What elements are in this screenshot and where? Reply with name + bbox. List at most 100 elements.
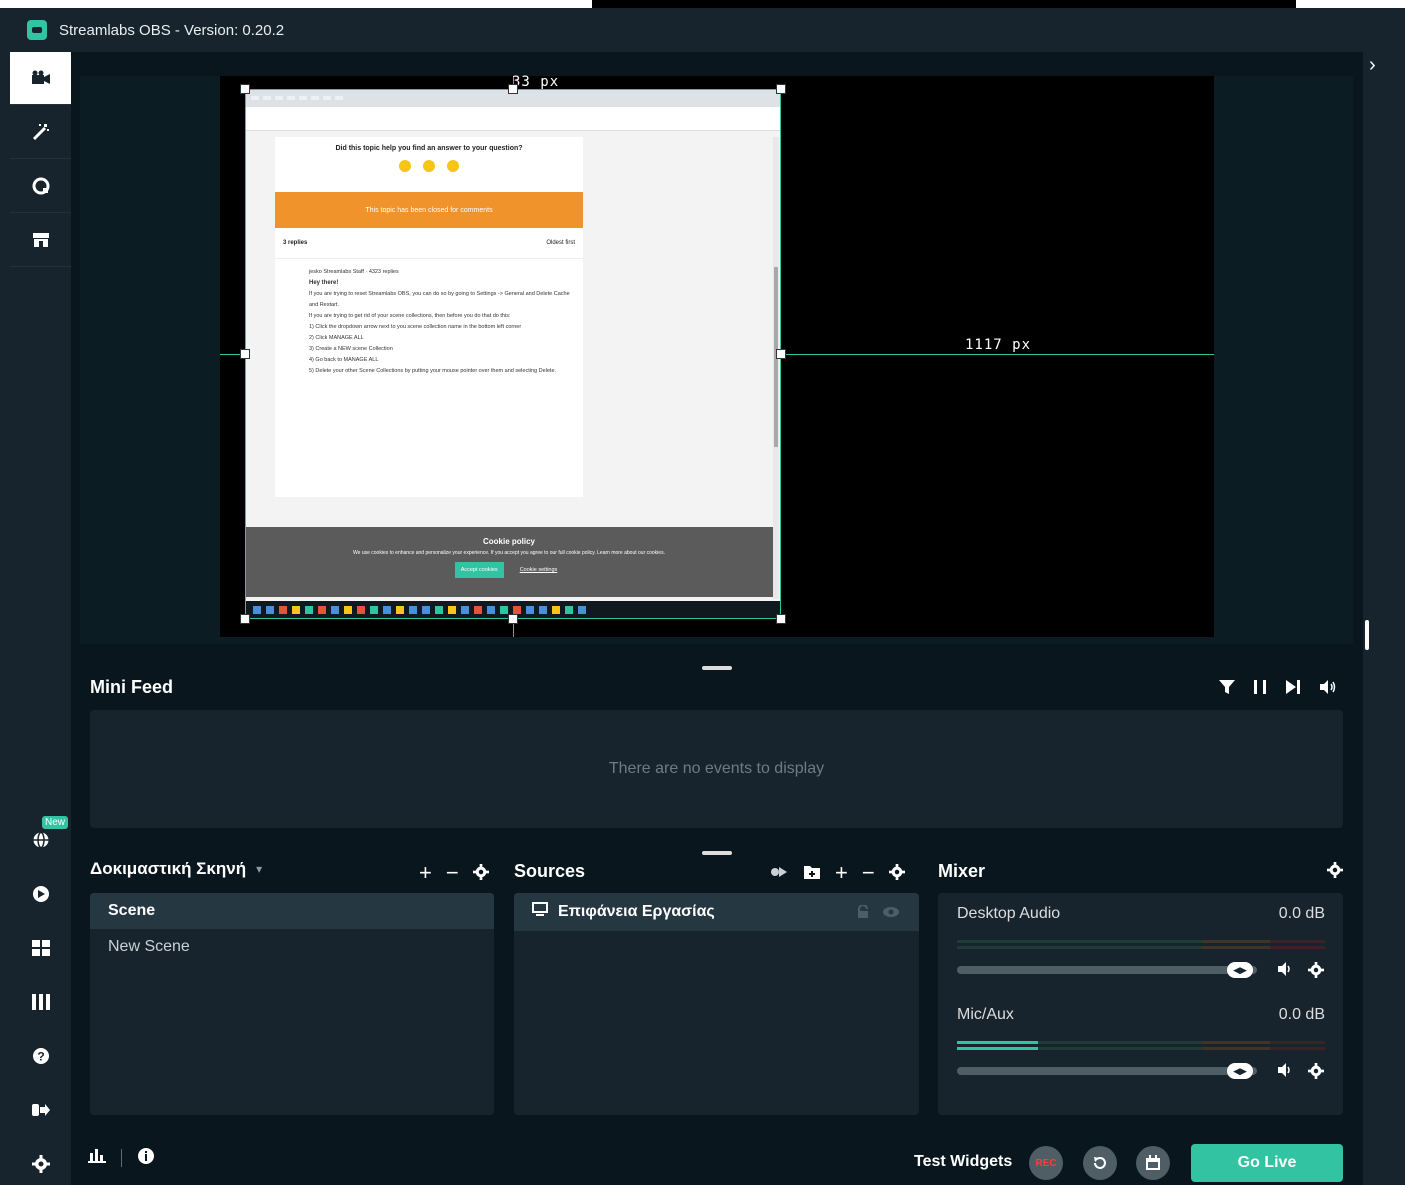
performance-stats-icon[interactable] <box>88 1147 106 1168</box>
scene-item[interactable]: New Scene <box>90 929 494 965</box>
mixer-channel-mic-aux: Mic/Aux 0.0 dB ◀▶ <box>957 1006 1327 1096</box>
resize-handle-bottom-left[interactable] <box>240 614 250 624</box>
resize-handle-bottom-right[interactable] <box>776 614 786 624</box>
remove-scene-icon[interactable]: − <box>446 860 459 886</box>
selective-recording-icon[interactable] <box>769 860 789 886</box>
volume-meter <box>957 1041 1325 1044</box>
footer-bar: Test Widgets REC Go Live <box>71 1135 1363 1185</box>
layout-grid-icon[interactable] <box>10 928 71 968</box>
add-source-icon[interactable]: + <box>835 860 848 886</box>
mixer-channel-name: Desktop Audio <box>957 905 1061 922</box>
captured-cookie-settings: Cookie settings <box>519 567 558 573</box>
distance-label-top: 33 px <box>512 74 560 90</box>
captured-post-greeting: Hey there! <box>309 280 339 286</box>
channel-settings-gear-icon[interactable] <box>1308 962 1324 983</box>
source-item[interactable]: Επιφάνεια Εργασίας <box>514 893 919 931</box>
go-live-button[interactable]: Go Live <box>1191 1144 1343 1182</box>
scene-item-active[interactable]: Scene <box>90 893 494 929</box>
scene-settings-gear-icon[interactable] <box>472 860 489 886</box>
footer-separator <box>121 1149 122 1167</box>
source-item-label: Επιφάνεια Εργασίας <box>558 903 715 920</box>
captured-step: 1) Click the dropdown arrow next to you … <box>309 324 522 330</box>
filter-icon[interactable] <box>1219 679 1235 700</box>
schedule-calendar-icon[interactable] <box>1136 1146 1170 1180</box>
captured-cookie-banner: Cookie policy We use cookies to enhance … <box>245 527 773 597</box>
resize-handle-left[interactable] <box>240 349 250 359</box>
captured-accept-cookies: Accept cookies <box>454 562 504 578</box>
captured-scrollbar <box>773 137 779 599</box>
help-icon[interactable]: ? <box>10 1036 71 1076</box>
top-strip-dark <box>592 0 1296 8</box>
studio-mode-columns-icon[interactable] <box>10 982 71 1022</box>
record-button[interactable]: REC <box>1029 1146 1063 1180</box>
captured-address-bar <box>245 107 781 119</box>
settings-gear-icon[interactable] <box>10 1144 71 1184</box>
volume-slider-knob[interactable]: ◀▶ <box>1227 962 1253 978</box>
themes-nav-magic-icon[interactable] <box>10 106 71 159</box>
dashboard-nav-chat-icon[interactable] <box>10 160 71 213</box>
test-widgets-button[interactable]: Test Widgets <box>914 1153 1012 1171</box>
expand-chat-chevron-icon[interactable]: › <box>1369 54 1376 77</box>
editor-resize-grip[interactable] <box>702 666 732 670</box>
replay-buffer-icon[interactable] <box>1083 1146 1117 1180</box>
add-folder-icon[interactable] <box>803 860 821 886</box>
volume-slider[interactable]: ◀▶ <box>957 962 1257 978</box>
resize-handle-bottom[interactable] <box>508 614 518 624</box>
resize-handle-top[interactable] <box>508 84 518 94</box>
lock-icon[interactable] <box>856 904 870 924</box>
captured-step: 4) Go back to MANAGE ALL <box>309 357 379 363</box>
captured-cookie-title: Cookie policy <box>482 537 535 546</box>
store-nav-icon[interactable] <box>10 214 71 267</box>
volume-meter <box>957 940 1325 943</box>
meter-level <box>957 1041 1038 1044</box>
captured-emoji-row <box>275 160 583 172</box>
mini-feed-title: Mini Feed <box>90 677 174 697</box>
remove-source-icon[interactable]: − <box>862 860 875 886</box>
captured-post: jesko Streamlabs Staff · 4323 replies He… <box>275 259 583 385</box>
captured-forum-page: Did this topic help you find an answer t… <box>275 137 583 497</box>
mini-feed-empty: There are no events to display <box>608 760 825 777</box>
scenes-list: Scene New Scene <box>90 893 494 1115</box>
mixer-settings-gear-icon[interactable] <box>1327 862 1343 883</box>
pause-icon[interactable] <box>1253 679 1267 700</box>
channel-settings-gear-icon[interactable] <box>1308 1063 1324 1084</box>
captured-replies-count: 3 replies <box>283 240 308 246</box>
volume-meter <box>957 1047 1325 1050</box>
meter-level <box>957 1047 1038 1050</box>
title-bar: Streamlabs OBS - Version: 0.20.2 <box>0 8 1405 52</box>
volume-slider[interactable]: ◀▶ <box>957 1063 1257 1079</box>
resize-handle-top-left[interactable] <box>240 84 250 94</box>
resize-handle-top-right[interactable] <box>776 84 786 94</box>
mixer-channel-db: 0.0 dB <box>1278 1006 1325 1023</box>
info-icon[interactable] <box>137 1147 155 1170</box>
source-settings-gear-icon[interactable] <box>888 860 905 886</box>
mini-feed-events: There are no events to display <box>90 710 1343 828</box>
globe-icon[interactable] <box>10 820 71 860</box>
mixer-title: Mixer <box>938 861 986 881</box>
feed-resize-grip[interactable] <box>702 851 732 855</box>
mute-speaker-icon[interactable] <box>1277 962 1293 981</box>
scrollbar-thumb[interactable] <box>1365 620 1369 650</box>
resize-handle-right[interactable] <box>776 349 786 359</box>
captured-sort: Oldest first <box>546 240 575 246</box>
captured-post-line2: If you are trying to get rid of your sce… <box>309 313 511 319</box>
visibility-eye-icon[interactable] <box>882 905 900 923</box>
display-capture-source[interactable]: Did this topic help you find an answer t… <box>245 89 781 619</box>
add-scene-icon[interactable]: + <box>419 860 432 886</box>
scene-collection-selector[interactable]: Δοκιμαστική Σκηνή ▾ <box>90 859 262 879</box>
dashboard-gauge-icon[interactable] <box>10 874 71 914</box>
window-title: Streamlabs OBS - Version: 0.20.2 <box>59 21 285 39</box>
captured-step: 5) Delete your other Scene Collections b… <box>309 368 557 374</box>
editor-nav-camera-icon[interactable] <box>10 52 71 105</box>
left-sidebar: New ? <box>0 52 71 1185</box>
skip-icon[interactable] <box>1285 679 1301 700</box>
mini-feed-controls <box>1219 679 1337 700</box>
volume-slider-knob[interactable]: ◀▶ <box>1227 1063 1253 1079</box>
mixer-channel-desktop-audio: Desktop Audio 0.0 dB ◀▶ <box>957 905 1327 995</box>
preview-canvas[interactable]: Did this topic help you find an answer t… <box>220 74 1214 637</box>
logout-icon[interactable] <box>10 1090 71 1130</box>
volume-icon[interactable] <box>1319 679 1337 700</box>
mute-speaker-icon[interactable] <box>1277 1063 1293 1082</box>
scene-collection-name: Δοκιμαστική Σκηνή <box>90 859 247 878</box>
mixer-channel-name: Mic/Aux <box>957 1006 1014 1023</box>
